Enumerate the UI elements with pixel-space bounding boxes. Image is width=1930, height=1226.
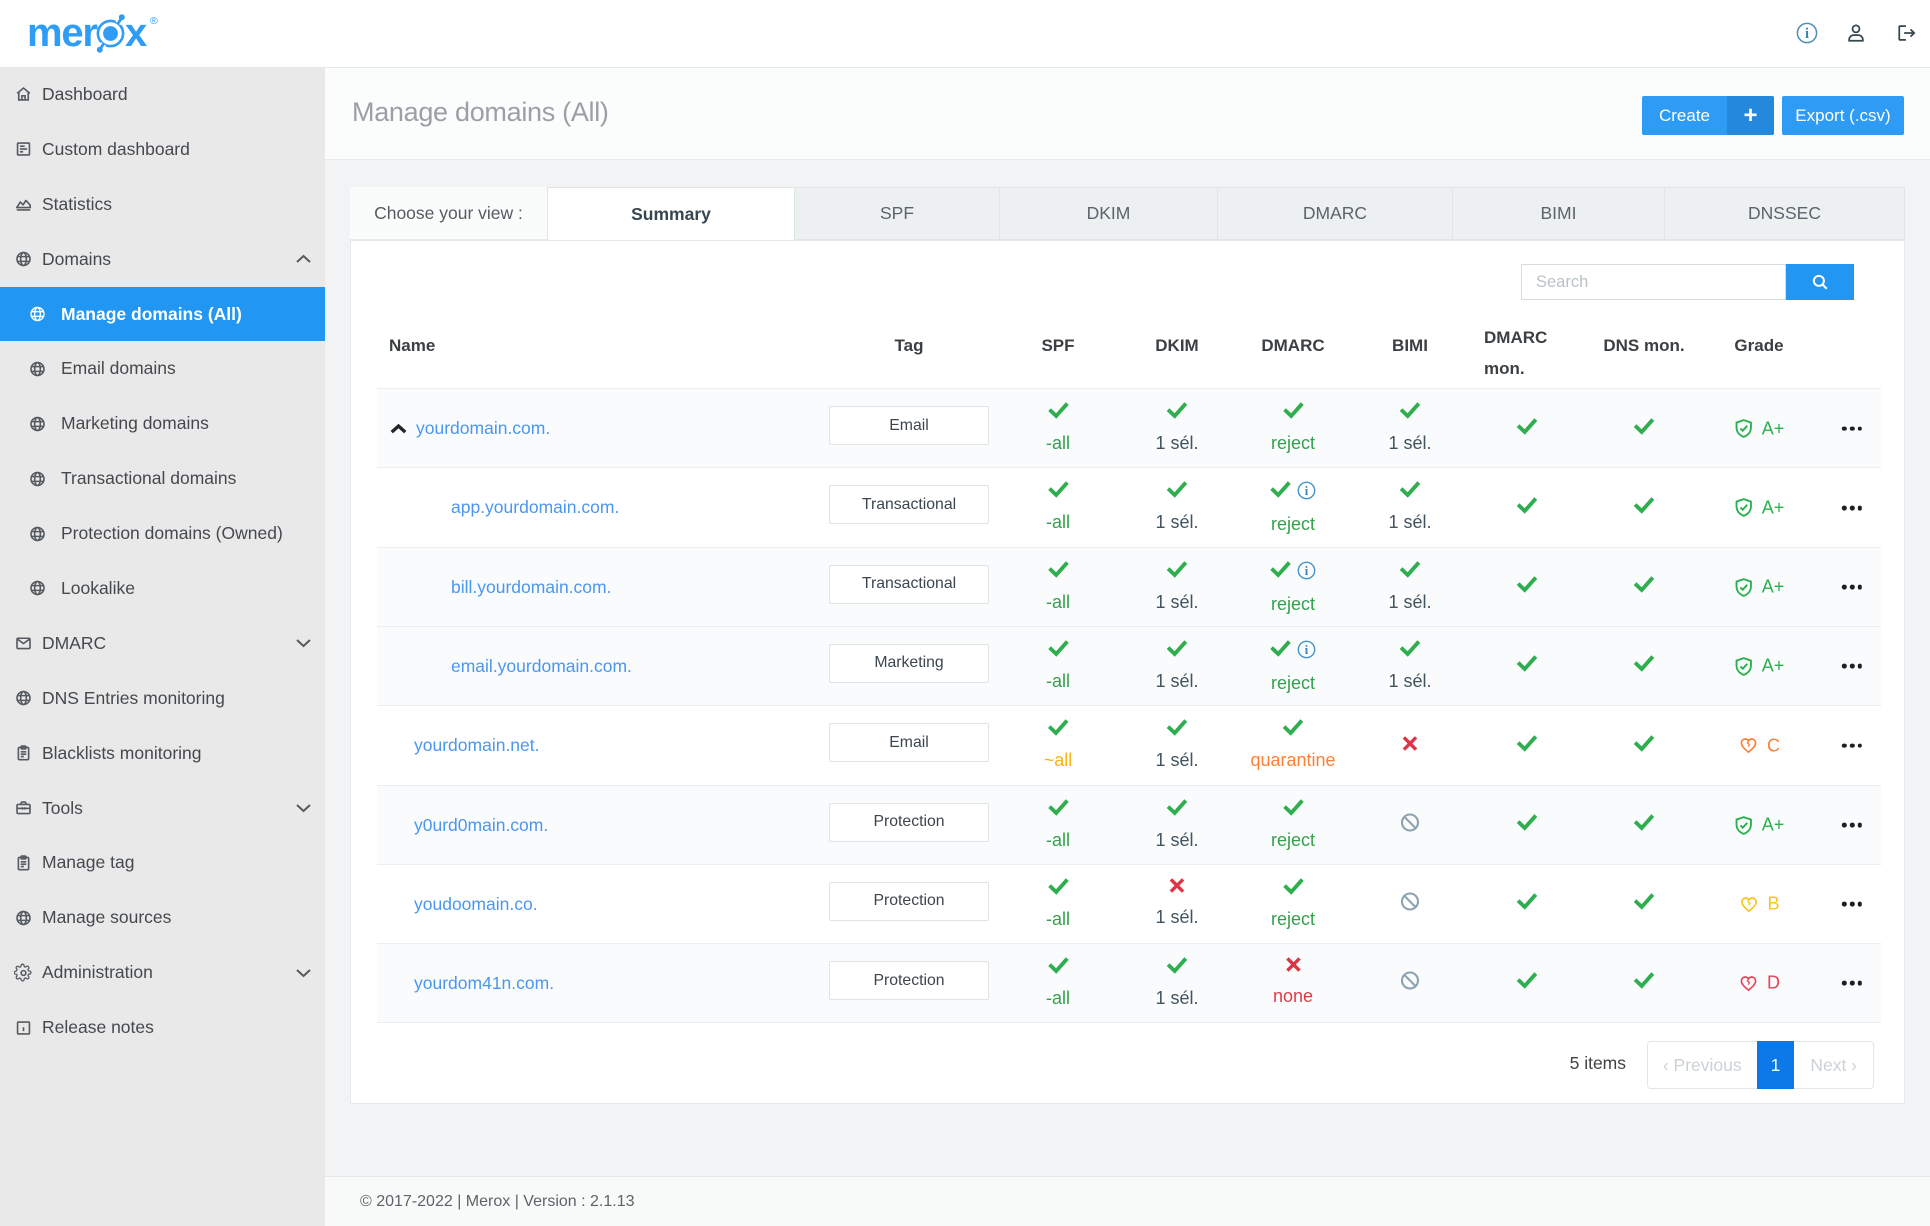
- svg-text:i: i: [1805, 26, 1809, 42]
- svg-text:i: i: [1305, 564, 1309, 578]
- svg-text:i: i: [1305, 484, 1309, 498]
- svg-text:i: i: [1305, 643, 1309, 657]
